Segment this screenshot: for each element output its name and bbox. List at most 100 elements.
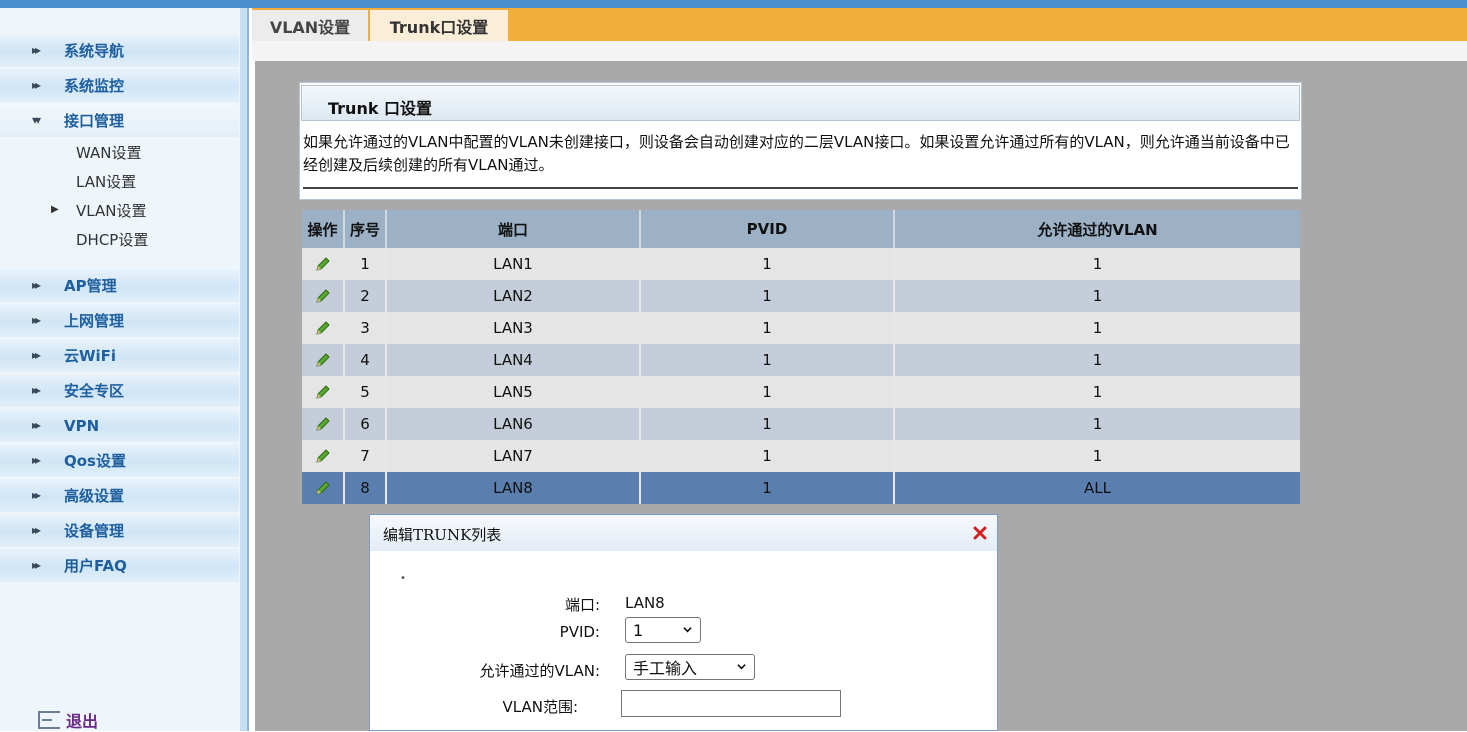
pvid-select[interactable]: 1: [625, 617, 701, 643]
action-cell: [302, 440, 344, 472]
allowed-vlan-cell: 1: [893, 440, 1300, 472]
sidebar-item-label: 云WiFi: [64, 347, 117, 365]
expand-arrow-icon: ▸▸: [32, 313, 41, 327]
action-cell: [302, 344, 344, 376]
allowed-vlan-cell: 1: [893, 408, 1300, 440]
edit-pencil-icon[interactable]: [314, 383, 332, 401]
index-cell: 8: [343, 472, 386, 504]
collapse-arrow-icon: ▾▾: [32, 113, 41, 127]
sidebar-panel: ▸▸ 系统导航 ▸▸ 系统监控 ▾▾ 接口管理 WAN设置 LAN设置 ▶ VL…: [0, 8, 240, 731]
sidebar-item-label: VPN: [64, 417, 100, 435]
edit-pencil-icon[interactable]: [314, 319, 332, 337]
logout-button[interactable]: 退出: [38, 708, 98, 732]
allowed-vlan-select-value: 手工输入: [633, 659, 698, 678]
sidebar-item-cloud-wifi[interactable]: ▸▸ 云WiFi: [0, 339, 239, 372]
table-row[interactable]: 8 LAN8 1 ALL: [302, 472, 1300, 504]
sidebar-subitem-wan[interactable]: WAN设置: [76, 143, 142, 163]
port-cell: LAN1: [385, 248, 640, 280]
index-cell: 2: [343, 280, 386, 312]
allowed-vlan-cell: 1: [893, 344, 1300, 376]
top-accent-bar: [0, 0, 1467, 8]
port-cell: LAN7: [385, 440, 640, 472]
sidebar-item-security[interactable]: ▸▸ 安全专区: [0, 374, 239, 407]
table-row[interactable]: 7 LAN7 1 1: [302, 440, 1300, 472]
panel-divider: [303, 187, 1298, 189]
edit-pencil-icon[interactable]: [314, 287, 332, 305]
column-header-allowed-vlan: 允许通过的VLAN: [893, 210, 1300, 248]
tab-underbar: [252, 41, 1467, 61]
trunk-table: 操作 序号 端口 PVID 允许通过的VLAN 1 LAN1 1 1 2 LAN2 1 1 3 L…: [302, 210, 1300, 504]
port-label: 端口:: [564, 596, 600, 614]
index-cell: 5: [343, 376, 386, 408]
edit-pencil-icon[interactable]: [314, 351, 332, 369]
pvid-cell: 1: [639, 280, 894, 312]
edit-pencil-icon[interactable]: [314, 415, 332, 433]
sidebar-item-device-mgmt[interactable]: ▸▸ 设备管理: [0, 514, 239, 547]
edit-trunk-dialog: 编辑TRUNK列表 • 端口: LAN8 PVID: 1 允许通过的VLAN: …: [369, 514, 998, 731]
sidebar-item-system-nav[interactable]: ▸▸ 系统导航: [0, 34, 239, 67]
dialog-marker: •: [400, 573, 406, 584]
expand-arrow-icon: ▸▸: [32, 43, 41, 57]
action-cell: [302, 472, 344, 504]
sidebar-item-qos[interactable]: ▸▸ Qos设置: [0, 444, 239, 477]
sidebar-item-label: 上网管理: [64, 312, 125, 330]
action-cell: [302, 280, 344, 312]
table-row[interactable]: 1 LAN1 1 1: [302, 248, 1300, 280]
panel-description: 如果允许通过的VLAN中配置的VLAN未创建接口，则设备会自动创建对应的二层VL…: [303, 133, 1290, 174]
panel-header: Trunk 口设置: [301, 85, 1300, 121]
vlan-range-input[interactable]: [621, 690, 841, 717]
table-row[interactable]: 5 LAN5 1 1: [302, 376, 1300, 408]
logout-icon: [38, 711, 60, 729]
sidebar-item-advanced[interactable]: ▸▸ 高级设置: [0, 479, 239, 512]
edit-pencil-icon[interactable]: [314, 255, 332, 273]
table-row[interactable]: 4 LAN4 1 1: [302, 344, 1300, 376]
action-cell: [302, 376, 344, 408]
tab-trunk-settings[interactable]: Trunk口设置: [370, 10, 508, 43]
sidebar-item-system-monitor[interactable]: ▸▸ 系统监控: [0, 69, 239, 102]
sidebar-item-interface-mgmt[interactable]: ▾▾ 接口管理: [0, 104, 239, 137]
tab-vlan-settings[interactable]: VLAN设置: [252, 10, 368, 41]
column-header-index: 序号: [343, 210, 386, 248]
sidebar-subitem-lan[interactable]: LAN设置: [76, 172, 136, 192]
allowed-vlan-cell: ALL: [893, 472, 1300, 504]
allowed-vlan-cell: 1: [893, 312, 1300, 344]
sidebar-item-label: 安全专区: [64, 382, 125, 400]
edit-pencil-icon[interactable]: [314, 447, 332, 465]
port-cell: LAN6: [385, 408, 640, 440]
index-cell: 6: [343, 408, 386, 440]
port-cell: LAN4: [385, 344, 640, 376]
expand-arrow-icon: ▸▸: [32, 558, 41, 572]
sidebar-item-vpn[interactable]: ▸▸ VPN: [0, 409, 239, 442]
sidebar-item-user-faq[interactable]: ▸▸ 用户FAQ: [0, 549, 239, 582]
pvid-cell: 1: [639, 376, 894, 408]
allowed-vlan-cell: 1: [893, 280, 1300, 312]
allowed-vlan-cell: 1: [893, 248, 1300, 280]
sidebar: ▸▸ 系统导航 ▸▸ 系统监控 ▾▾ 接口管理 WAN设置 LAN设置 ▶ VL…: [0, 8, 249, 731]
panel-title: Trunk 口设置: [328, 99, 433, 118]
pvid-cell: 1: [639, 248, 894, 280]
action-cell: [302, 408, 344, 440]
port-cell: LAN3: [385, 312, 640, 344]
sidebar-subitem-dhcp[interactable]: DHCP设置: [76, 230, 148, 250]
sidebar-item-internet-mgmt[interactable]: ▸▸ 上网管理: [0, 304, 239, 337]
close-icon[interactable]: [972, 525, 988, 541]
sidebar-item-ap-mgmt[interactable]: ▸▸ AP管理: [0, 269, 239, 302]
vlan-range-label: VLAN范围:: [502, 698, 579, 716]
pvid-cell: 1: [639, 344, 894, 376]
pvid-cell: 1: [639, 440, 894, 472]
table-row[interactable]: 3 LAN3 1 1: [302, 312, 1300, 344]
index-cell: 7: [343, 440, 386, 472]
table-row[interactable]: 2 LAN2 1 1: [302, 280, 1300, 312]
sidebar-item-label: 接口管理: [64, 112, 125, 130]
sidebar-subitem-vlan[interactable]: VLAN设置: [76, 201, 146, 221]
allowed-vlan-cell: 1: [893, 376, 1300, 408]
edit-pencil-icon[interactable]: [314, 479, 332, 497]
pvid-select-value: 1: [633, 620, 644, 640]
sidebar-item-label: 设备管理: [64, 522, 125, 540]
action-cell: [302, 312, 344, 344]
expand-arrow-icon: ▸▸: [32, 348, 41, 362]
expand-arrow-icon: ▸▸: [32, 418, 41, 432]
table-row[interactable]: 6 LAN6 1 1: [302, 408, 1300, 440]
tab-bar: VLAN设置 Trunk口设置: [252, 8, 1467, 43]
allowed-vlan-select[interactable]: 手工输入: [625, 654, 755, 680]
